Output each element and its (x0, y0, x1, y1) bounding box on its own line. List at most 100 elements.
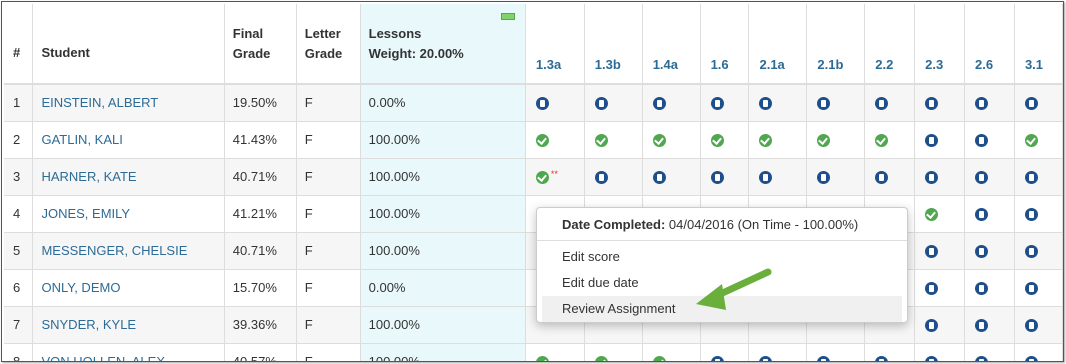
assignment-cell[interactable] (964, 269, 1015, 307)
student-name[interactable]: VON HOLLEN, ALEX (41, 354, 165, 361)
assignment-doc-icon[interactable] (1024, 282, 1038, 296)
assignment-cell[interactable] (1014, 232, 1063, 270)
header-letter-grade[interactable]: Letter Grade (296, 4, 361, 85)
completed-check-icon[interactable] (594, 134, 608, 148)
completed-check-icon[interactable] (535, 171, 549, 185)
assignment-doc-icon[interactable] (759, 356, 773, 361)
assignment-doc-icon[interactable] (1024, 208, 1038, 222)
assignment-cell[interactable] (525, 121, 585, 159)
assignment-cell[interactable] (964, 158, 1015, 196)
assignment-cell[interactable] (914, 121, 966, 159)
completed-check-icon[interactable] (817, 134, 831, 148)
assignment-doc-icon[interactable] (875, 356, 889, 361)
weight-bar-icon[interactable] (500, 13, 515, 20)
assignment-doc-icon[interactable] (925, 171, 939, 185)
assignment-cell[interactable] (642, 84, 701, 122)
assignment-doc-icon[interactable] (594, 171, 608, 185)
assignment-cell[interactable] (964, 195, 1015, 233)
header-assignment-1-4a[interactable]: 1.4a (642, 4, 701, 85)
assignment-cell[interactable] (914, 232, 966, 270)
assignment-doc-icon[interactable] (1024, 171, 1038, 185)
assignment-cell[interactable] (914, 306, 966, 344)
assignment-doc-icon[interactable] (975, 171, 989, 185)
assignment-doc-icon[interactable] (710, 171, 724, 185)
header-assignment-3-1[interactable]: 3.1 (1014, 4, 1063, 85)
assignment-doc-icon[interactable] (925, 319, 939, 333)
completed-check-icon[interactable] (535, 134, 549, 148)
completed-check-icon[interactable] (875, 134, 889, 148)
assignment-cell[interactable] (525, 84, 585, 122)
assignment-doc-icon[interactable] (759, 97, 773, 111)
header-assignment-2-1b[interactable]: 2.1b (806, 4, 866, 85)
assignment-doc-icon[interactable] (875, 97, 889, 111)
header-student[interactable]: Student (32, 4, 225, 85)
assignment-cell[interactable] (914, 158, 966, 196)
assignment-doc-icon[interactable] (759, 171, 773, 185)
assignment-cell[interactable] (964, 306, 1015, 344)
assignment-doc-icon[interactable] (975, 319, 989, 333)
completed-check-icon[interactable] (1024, 134, 1038, 148)
assignment-cell[interactable] (642, 343, 701, 361)
assignment-cell[interactable] (642, 158, 701, 196)
assignment-cell[interactable] (748, 84, 808, 122)
assignment-cell[interactable] (584, 121, 643, 159)
header-assignment-2-3[interactable]: 2.3 (914, 4, 966, 85)
student-name[interactable]: EINSTEIN, ALBERT (41, 95, 158, 110)
student-name[interactable]: MESSENGER, CHELSIE (41, 243, 187, 258)
completed-check-icon[interactable] (652, 356, 666, 361)
assignment-cell[interactable] (1014, 121, 1063, 159)
completed-check-icon[interactable] (710, 134, 724, 148)
assignment-doc-icon[interactable] (925, 282, 939, 296)
assignment-cell[interactable] (864, 343, 916, 361)
assignment-cell[interactable] (1014, 269, 1063, 307)
assignment-doc-icon[interactable] (652, 171, 666, 185)
student-name[interactable]: HARNER, KATE (41, 169, 136, 184)
assignment-cell[interactable] (700, 84, 750, 122)
student-name[interactable]: SNYDER, KYLE (41, 317, 136, 332)
student-name[interactable]: JONES, EMILY (41, 206, 130, 221)
header-assignment-2-6[interactable]: 2.6 (964, 4, 1015, 85)
assignment-doc-icon[interactable] (1024, 97, 1038, 111)
student-name[interactable]: ONLY, DEMO (41, 280, 120, 295)
assignment-doc-icon[interactable] (975, 208, 989, 222)
assignment-cell[interactable] (806, 343, 866, 361)
header-final-grade[interactable]: Final Grade (224, 4, 297, 85)
header-assignment-2-2[interactable]: 2.2 (864, 4, 916, 85)
assignment-cell[interactable] (914, 84, 966, 122)
assignment-doc-icon[interactable] (925, 356, 939, 361)
assignment-cell[interactable] (1014, 195, 1063, 233)
assignment-doc-icon[interactable] (975, 134, 989, 148)
completed-check-icon[interactable] (652, 134, 666, 148)
assignment-cell[interactable] (1014, 343, 1063, 361)
assignment-doc-icon[interactable] (710, 97, 724, 111)
header-lessons[interactable]: Lessons Weight: 20.00% (360, 4, 526, 85)
assignment-doc-icon[interactable] (925, 134, 939, 148)
completed-check-icon[interactable] (925, 208, 939, 222)
assignment-cell[interactable] (700, 158, 750, 196)
assignment-doc-icon[interactable] (975, 356, 989, 361)
assignment-cell[interactable] (1014, 158, 1063, 196)
assignment-cell[interactable] (584, 343, 643, 361)
assignment-doc-icon[interactable] (817, 171, 831, 185)
assignment-cell[interactable] (806, 158, 866, 196)
header-assignment-2-1a[interactable]: 2.1a (748, 4, 808, 85)
assignment-cell[interactable] (914, 269, 966, 307)
assignment-doc-icon[interactable] (594, 97, 608, 111)
assignment-cell[interactable] (584, 158, 643, 196)
assignment-doc-icon[interactable] (875, 171, 889, 185)
completed-check-icon[interactable] (594, 356, 608, 361)
assignment-cell[interactable] (806, 121, 866, 159)
assignment-doc-icon[interactable] (1024, 356, 1038, 361)
assignment-cell[interactable] (748, 158, 808, 196)
assignment-cell[interactable] (864, 158, 916, 196)
assignment-cell[interactable] (1014, 306, 1063, 344)
assignment-cell[interactable] (525, 343, 585, 361)
assignment-cell[interactable] (642, 121, 701, 159)
assignment-doc-icon[interactable] (817, 356, 831, 361)
assignment-doc-icon[interactable] (925, 97, 939, 111)
assignment-cell[interactable] (1014, 84, 1063, 122)
student-name[interactable]: GATLIN, KALI (41, 132, 122, 147)
assignment-cell[interactable] (914, 343, 966, 361)
header-assignment-1-3a[interactable]: 1.3a (525, 4, 585, 85)
assignment-cell[interactable]: ** (525, 158, 585, 196)
